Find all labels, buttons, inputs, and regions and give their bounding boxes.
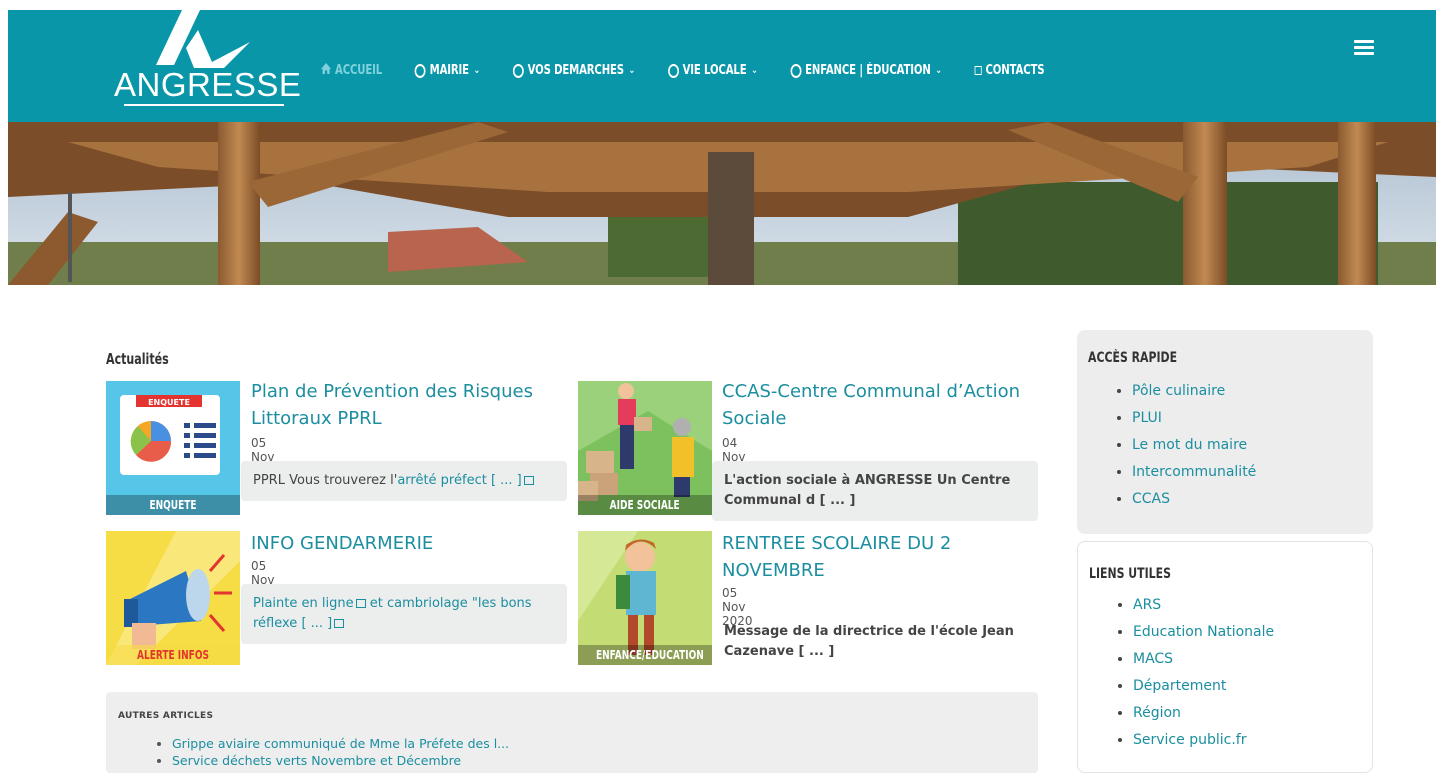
quick-access-panel: ACCÈS RAPIDE Pôle culinaire PLUI Le mot … [1077, 330, 1373, 534]
home-icon [321, 63, 332, 78]
logo-text: ANGRESSE [114, 66, 302, 103]
quick-access-list: Pôle culinaire PLUI Le mot du maire Inte… [1132, 378, 1256, 513]
nav-label: ENFANCE | ÉDUCATION [805, 63, 931, 78]
article-title[interactable]: RENTREE SCOLAIRE DU 2 NOVEMBRE [722, 530, 1022, 584]
useful-link[interactable]: Département [1133, 673, 1274, 700]
thumbnail-tag: AIDE SOCIALE [578, 495, 712, 515]
hamburger-menu-icon[interactable] [1354, 40, 1374, 55]
excerpt-text: L'action sociale à ANGRESSE Un Centre Co… [724, 473, 1011, 508]
nav-label: VIE LOCALE [682, 63, 747, 78]
external-link-icon [334, 619, 345, 628]
excerpt-text: et cambriolage "les bons [365, 596, 532, 611]
nav-item-mairie[interactable]: MAIRIE ⌄ [414, 63, 481, 78]
chevron-down-icon: ⌄ [935, 65, 942, 76]
article-excerpt: Plainte en ligne et cambriolage "les bon… [241, 584, 567, 644]
excerpt-link[interactable]: arrêté préfect [ ... ] [397, 473, 521, 488]
useful-links-title: LIENS UTILES [1089, 566, 1171, 582]
hero-banner-image [8, 122, 1436, 285]
chevron-down-icon: ⌄ [473, 65, 481, 76]
useful-link[interactable]: MACS [1133, 646, 1274, 673]
logo-mark-icon [156, 10, 250, 68]
nav-item-enfance-education[interactable]: ENFANCE | ÉDUCATION ⌄ [790, 63, 942, 78]
quick-access-link[interactable]: Pôle culinaire [1132, 378, 1256, 405]
useful-link[interactable]: Service public.fr [1133, 727, 1274, 754]
chevron-down-icon: ⌄ [751, 65, 758, 76]
quick-access-link[interactable]: PLUI [1132, 405, 1256, 432]
other-articles-list: Grippe aviaire communiqué de Mme la Préf… [172, 735, 509, 769]
thumbnail-tag: ALERTE INFOS [106, 645, 240, 665]
useful-link[interactable]: ARS [1133, 592, 1274, 619]
excerpt-link[interactable]: réflexe [ ... ] [253, 616, 332, 631]
nav-item-contacts[interactable]: CONTACTS [974, 63, 1045, 78]
article-thumbnail[interactable]: ENFANCE/EDUCATION [578, 531, 712, 665]
other-articles-panel: AUTRES ARTICLES Grippe aviaire communiqu… [106, 692, 1038, 773]
useful-link[interactable]: Education Nationale [1133, 619, 1274, 646]
nav-label: ACCUEIL [335, 63, 383, 78]
main-nav: ACCUEIL MAIRIE ⌄ VOS DEMARCHES ⌄ VIE LOC… [321, 63, 1077, 78]
quick-access-link[interactable]: CCAS [1132, 486, 1256, 513]
article-thumbnail[interactable]: ALERTE INFOS [106, 531, 240, 665]
list-item[interactable]: Service déchets verts Novembre et Décemb… [172, 752, 509, 769]
article-thumbnail[interactable]: ENQUETE ENQUETE PUBLIQUE [106, 381, 240, 515]
article-excerpt: L'action sociale à ANGRESSE Un Centre Co… [712, 461, 1038, 521]
useful-links-list: ARS Education Nationale MACS Département… [1133, 592, 1274, 754]
logo-underline [124, 104, 284, 106]
nav-label: VOS DEMARCHES [527, 63, 624, 78]
quick-access-link[interactable]: Intercommunalité [1132, 459, 1256, 486]
other-articles-title: AUTRES ARTICLES [118, 711, 214, 721]
chevron-down-icon: ⌄ [628, 65, 636, 76]
site-header: ANGRESSE ACCUEIL MAIRIE ⌄ VOS DEMARCHES … [8, 10, 1436, 122]
news-section-title: Actualités [106, 350, 169, 368]
quick-access-title: ACCÈS RAPIDE [1088, 350, 1178, 366]
circle-icon [414, 63, 426, 78]
article-title[interactable]: Plan de Prévention des Risques Littoraux… [251, 378, 551, 432]
nav-item-vos-demarches[interactable]: VOS DEMARCHES ⌄ [512, 63, 636, 78]
circle-icon [512, 63, 524, 78]
excerpt-text: PPRL Vous trouverez l' [253, 473, 398, 488]
excerpt-text: Message de la directrice de l'école Jean… [724, 624, 1014, 659]
external-link-icon [355, 599, 366, 608]
circle-icon [790, 63, 802, 78]
article-title[interactable]: INFO GENDARMERIE [251, 530, 551, 557]
external-link-icon [523, 476, 534, 485]
article-excerpt: Message de la directrice de l'école Jean… [712, 612, 1038, 662]
square-icon [974, 66, 982, 75]
useful-link[interactable]: Région [1133, 700, 1274, 727]
thumbnail-tag: ENFANCE/EDUCATION [578, 645, 712, 665]
excerpt-link[interactable]: Plainte en ligne [253, 596, 354, 611]
quick-access-link[interactable]: Le mot du maire [1132, 432, 1256, 459]
nav-item-accueil[interactable]: ACCUEIL [321, 63, 382, 78]
nav-label: CONTACTS [985, 63, 1045, 78]
site-logo[interactable]: ANGRESSE [114, 10, 302, 110]
circle-icon [667, 63, 679, 78]
list-item[interactable]: Grippe aviaire communiqué de Mme la Préf… [172, 735, 509, 752]
article-thumbnail[interactable]: AIDE SOCIALE [578, 381, 712, 515]
useful-links-panel: LIENS UTILES ARS Education Nationale MAC… [1077, 541, 1373, 773]
svg-text:ENQUETE: ENQUETE [148, 398, 190, 407]
article-excerpt: PPRL Vous trouverez l'arrêté préfect [ .… [241, 461, 567, 501]
article-title[interactable]: CCAS-Centre Communal d’Action Sociale [722, 378, 1032, 432]
thumbnail-tag: ENQUETE PUBLIQUE [106, 495, 240, 515]
nav-label: MAIRIE [429, 63, 469, 78]
nav-item-vie-locale[interactable]: VIE LOCALE ⌄ [667, 63, 758, 78]
